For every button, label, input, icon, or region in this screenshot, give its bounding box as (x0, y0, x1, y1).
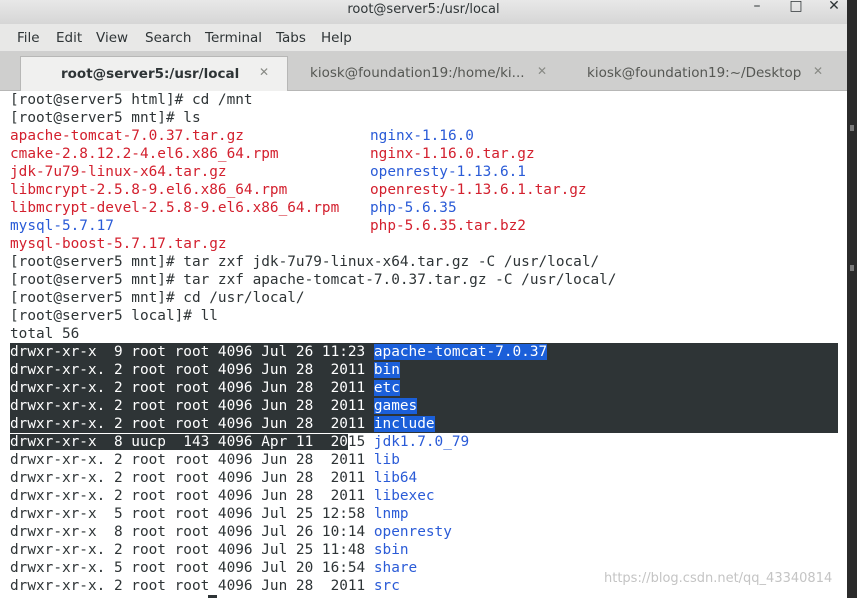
tab-bar: root@server5:/usr/local ✕ kiosk@foundati… (0, 52, 847, 91)
terminal-line-cd: [root@server5 html]# cd /mnt (10, 92, 253, 108)
listing-row: drwxr-xr-x. 2 root root 4096 Jun 28 2011… (10, 416, 435, 432)
desktop-edge (847, 0, 857, 598)
listing-name: jdk1.7.0_79 (373, 434, 470, 450)
ls-entry: openresty-1.13.6.1.tar.gz (370, 182, 587, 198)
listing-row: drwxr-xr-x 5 root root 4096 Jul 25 12:58… (10, 506, 409, 522)
ls-entry: nginx-1.16.0 (370, 128, 474, 144)
menu-help[interactable]: Help (321, 30, 352, 46)
listing-row: drwxr-xr-x. 2 root root 4096 Jun 28 2011… (10, 488, 435, 504)
watermark: https://blog.csdn.net/qq_43340814 (604, 571, 833, 586)
listing-row: drwxr-xr-x 9 root root 4096 Jul 26 11:23… (10, 344, 548, 360)
listing-row: drwxr-xr-x 8 root root 4096 Jul 26 10:14… (10, 524, 452, 540)
menu-terminal[interactable]: Terminal (205, 30, 262, 46)
listing-name: games (373, 398, 418, 414)
terminal-area[interactable]: [root@server5 html]# cd /mnt [root@serve… (0, 91, 847, 598)
listing-name: openresty (373, 524, 452, 540)
listing-row: drwxr-xr-x. 2 root root 4096 Jun 28 2011… (10, 470, 418, 486)
tab-close-icon[interactable]: ✕ (259, 65, 269, 79)
ls-entry: cmake-2.8.12.2-4.el6.x86_64.rpm (10, 146, 279, 162)
listing-row: drwxr-xr-x 8 uucp 143 4096 Apr 11 2015 j… (10, 434, 470, 450)
terminal-line-tar-tomcat: [root@server5 mnt]# tar zxf apache-tomca… (10, 272, 617, 288)
ls-entry: mysql-boost-5.7.17.tar.gz (10, 236, 227, 252)
edge-mark (850, 265, 854, 271)
terminal-line-cd-local: [root@server5 mnt]# cd /usr/local/ (10, 290, 305, 306)
listing-name: apache-tomcat-7.0.37 (373, 344, 548, 360)
tab-kiosk-desktop[interactable]: kiosk@foundation19:~/Desktop ✕ (560, 56, 847, 90)
terminal-line-ls: [root@server5 mnt]# ls (10, 110, 201, 126)
terminal-line-ll: [root@server5 local]# ll (10, 308, 218, 324)
terminal-line-total: total 56 (10, 326, 80, 342)
listing-name: etc (373, 380, 400, 396)
listing-name: sbin (373, 542, 409, 558)
tab-label: root@server5:/usr/local (61, 66, 240, 82)
tab-close-icon[interactable]: ✕ (537, 64, 547, 78)
listing-row: drwxr-xr-x. 2 root root 4096 Jun 28 2011… (10, 452, 400, 468)
listing-row: drwxr-xr-x. 5 root root 4096 Jul 20 16:5… (10, 560, 418, 576)
terminal-line-tar-jdk: [root@server5 mnt]# tar zxf jdk-7u79-lin… (10, 254, 600, 270)
listing-name: lnmp (373, 506, 409, 522)
ls-entry: jdk-7u79-linux-x64.tar.gz (10, 164, 227, 180)
menu-edit[interactable]: Edit (56, 30, 82, 46)
tab-root-server5[interactable]: root@server5:/usr/local ✕ (20, 56, 288, 91)
listing-name: include (373, 416, 435, 432)
menu-search[interactable]: Search (145, 30, 191, 46)
listing-row: drwxr-xr-x. 2 root root 4096 Jun 28 2011… (10, 362, 400, 378)
listing-name: src (373, 578, 400, 594)
ls-entry: mysql-5.7.17 (10, 218, 114, 234)
tab-close-icon[interactable]: ✕ (813, 64, 823, 78)
ls-entry: php-5.6.35 (370, 200, 457, 216)
listing-row: drwxr-xr-x. 2 root root 4096 Jun 28 2011… (10, 398, 418, 414)
listing-row: drwxr-xr-x. 2 root root 4096 Jul 25 11:4… (10, 542, 409, 558)
ls-entry: libmcrypt-2.5.8-9.el6.x86_64.rpm (10, 182, 288, 198)
ls-entry: php-5.6.35.tar.bz2 (370, 218, 526, 234)
listing-name: lib (373, 452, 400, 468)
menu-file[interactable]: File (17, 30, 40, 46)
maximize-button[interactable]: □ (787, 0, 805, 15)
listing-name: share (373, 560, 418, 576)
listing-row: drwxr-xr-x. 2 root root 4096 Jun 28 2011… (10, 380, 400, 396)
listing-name: libexec (373, 488, 435, 504)
menu-tabs[interactable]: Tabs (276, 30, 306, 46)
tab-kiosk-home[interactable]: kiosk@foundation19:/home/ki... ✕ (288, 56, 558, 90)
ls-entry: nginx-1.16.0.tar.gz (370, 146, 535, 162)
edge-mark (850, 125, 854, 131)
tab-label: kiosk@foundation19:/home/ki... (310, 65, 525, 81)
menu-bar: File Edit View Search Terminal Tabs Help (0, 24, 847, 52)
listing-name: lib64 (373, 470, 418, 486)
ls-entry: apache-tomcat-7.0.37.tar.gz (10, 128, 244, 144)
minimize-button[interactable]: – (748, 0, 766, 15)
ls-entry: libmcrypt-devel-2.5.8-9.el6.x86_64.rpm (10, 200, 340, 216)
listing-row: drwxr-xr-x. 2 root root 4096 Jun 28 2011… (10, 578, 400, 594)
listing-name: bin (373, 362, 400, 378)
window-titlebar[interactable]: root@server5:/usr/local – □ ✕ (0, 0, 847, 24)
menu-view[interactable]: View (96, 30, 128, 46)
tab-label: kiosk@foundation19:~/Desktop (587, 65, 802, 81)
ls-entry: openresty-1.13.6.1 (370, 164, 526, 180)
close-window-button[interactable]: ✕ (825, 0, 843, 15)
window-title: root@server5:/usr/local (347, 2, 500, 17)
